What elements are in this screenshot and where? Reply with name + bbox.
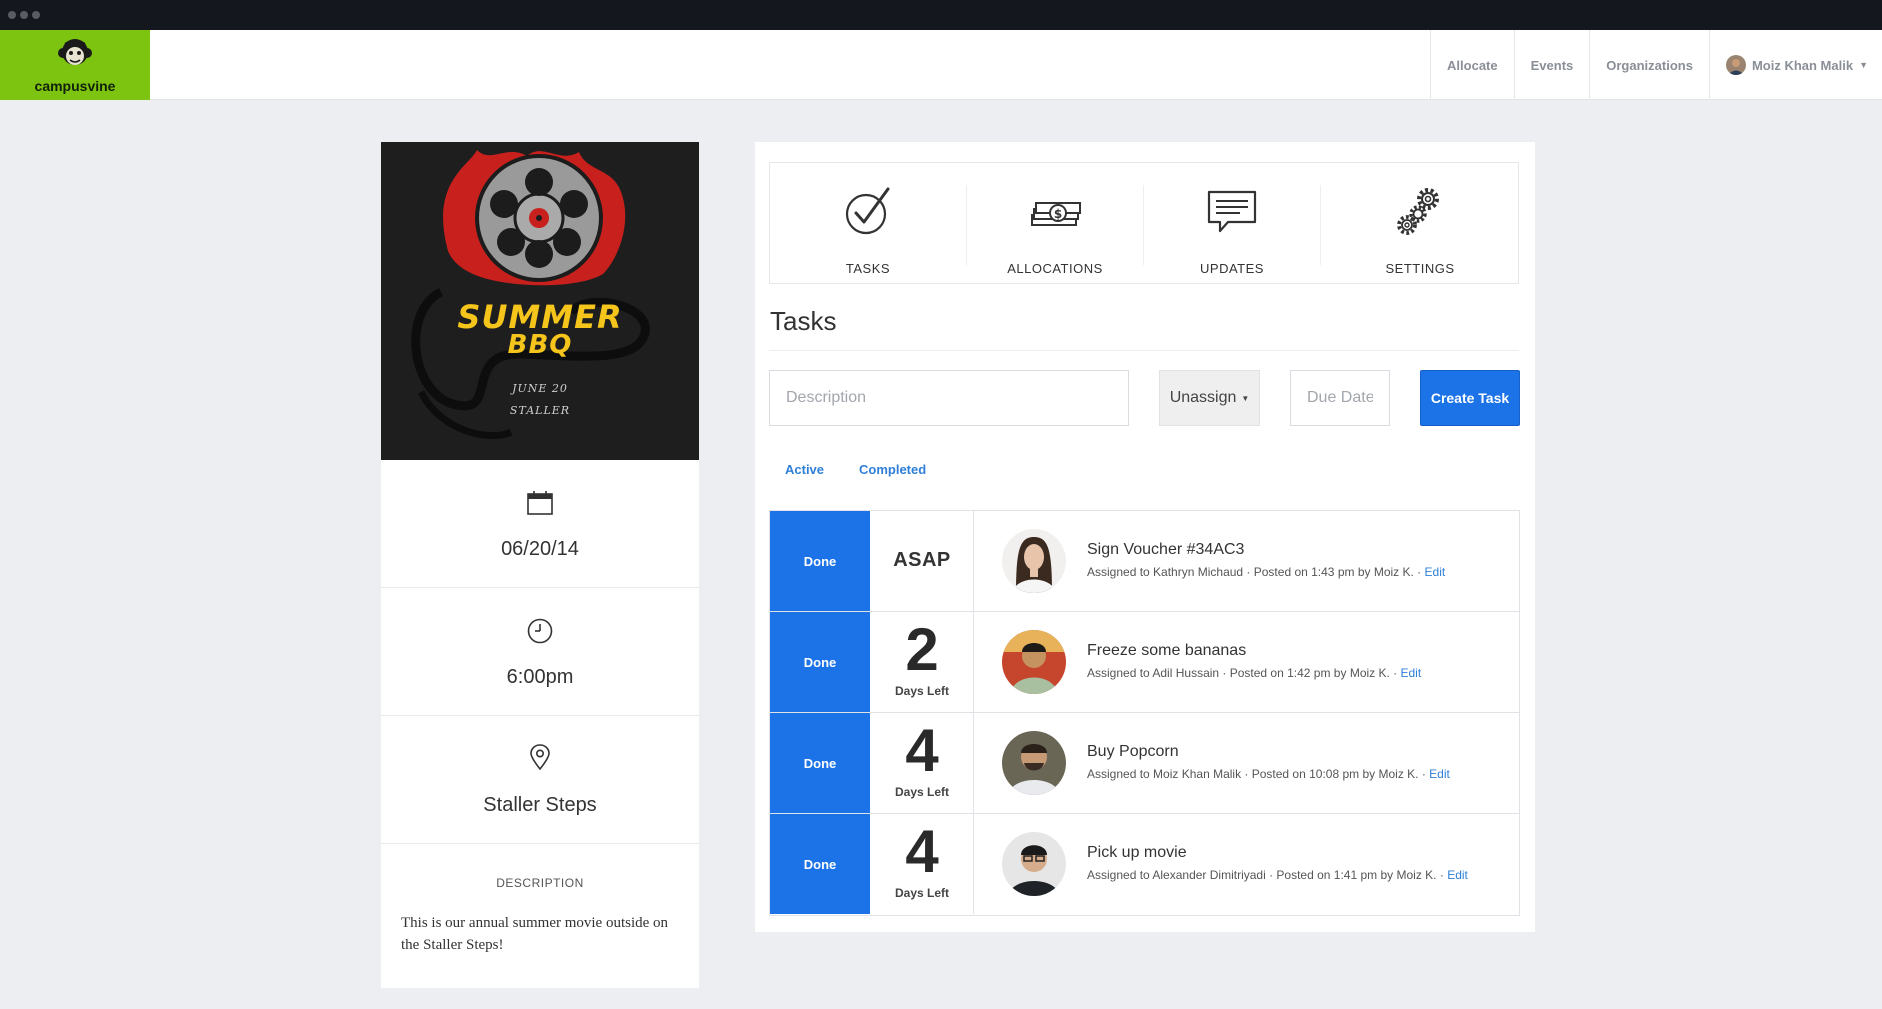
tab-tasks-label: TASKS xyxy=(845,261,891,276)
user-name: Moiz Khan Malik xyxy=(1751,57,1854,73)
brand-name: campusvine xyxy=(34,78,116,94)
svg-text:$: $ xyxy=(1054,207,1062,221)
event-time-block: 6:00pm xyxy=(381,588,699,716)
event-time: 6:00pm xyxy=(506,666,574,688)
days-left-count: 2 xyxy=(905,616,939,683)
done-button[interactable]: Done xyxy=(770,511,870,611)
nav-allocate[interactable]: Allocate xyxy=(1430,30,1514,100)
task-row: Done 4 Days Left Buy Popcorn Assigned to… xyxy=(770,713,1519,814)
description-label: DESCRIPTION xyxy=(496,876,584,890)
tab-allocations[interactable]: $ ALLOCATIONS xyxy=(967,163,1143,283)
event-location: Staller Steps xyxy=(483,794,597,816)
task-meta-text: Assigned to Adil Hussain · Posted on 1:4… xyxy=(1087,666,1398,680)
task-meta: Assigned to Kathryn Michaud · Posted on … xyxy=(1087,565,1445,579)
task-description-input[interactable] xyxy=(769,370,1129,426)
chevron-down-icon: ▼ xyxy=(1859,60,1868,70)
task-row: Done ASAP Sign Voucher #34AC3 Assigned t… xyxy=(770,511,1519,612)
event-tab-bar: TASKS $ ALLOCATIONS UPDATES SETTINGS xyxy=(769,162,1519,284)
event-date: 06/20/14 xyxy=(501,538,579,560)
window-minimize-dot[interactable] xyxy=(20,11,28,19)
assignee-avatar xyxy=(1002,731,1066,795)
assign-dropdown-label: Unassign xyxy=(1169,389,1237,406)
due-indicator: ASAP xyxy=(870,511,974,611)
user-avatar xyxy=(1725,55,1746,75)
days-left-label: Days Left xyxy=(894,785,950,799)
nav-events[interactable]: Events xyxy=(1513,30,1590,100)
gears-icon xyxy=(1397,188,1439,235)
nav-menu: Allocate Events Organizations Moiz Khan … xyxy=(1430,30,1882,100)
filter-completed[interactable]: Completed xyxy=(859,462,926,477)
done-button[interactable]: Done xyxy=(770,713,870,813)
page-title: Tasks xyxy=(770,306,837,336)
event-poster: SUMMER BBQ JUNE 20 STALLER xyxy=(381,142,699,460)
tab-settings[interactable]: SETTINGS xyxy=(1321,163,1519,283)
days-left-label: Days Left xyxy=(894,886,950,900)
days-left-count: 4 xyxy=(905,717,939,784)
monkey-logo-icon xyxy=(58,39,92,65)
tab-allocations-label: ALLOCATIONS xyxy=(1007,261,1103,276)
brand-logo[interactable]: campusvine xyxy=(0,30,150,100)
task-title: Sign Voucher #34AC3 xyxy=(1087,541,1245,558)
event-date-block: 06/20/14 xyxy=(381,460,699,588)
map-pin-icon xyxy=(530,744,550,770)
tab-tasks[interactable]: TASKS xyxy=(770,163,966,283)
window-titlebar xyxy=(0,0,1882,30)
event-card: SUMMER BBQ JUNE 20 STALLER 06/20/14 6:00… xyxy=(381,142,699,988)
task-row: Done 2 Days Left Freeze some bananas Ass… xyxy=(770,612,1519,713)
chevron-down-icon: ▼ xyxy=(1241,393,1250,403)
edit-task-link[interactable]: Edit xyxy=(1447,868,1468,882)
due-indicator: 4 Days Left xyxy=(870,814,974,914)
done-button[interactable]: Done xyxy=(770,612,870,712)
top-navbar: campusvine Allocate Events Organizations… xyxy=(0,30,1882,100)
money-stack-icon: $ xyxy=(1031,202,1081,226)
edit-task-link[interactable]: Edit xyxy=(1425,565,1446,579)
clock-icon xyxy=(527,618,553,644)
days-left-count: 4 xyxy=(905,818,939,885)
event-description: This is our annual summer movie outside … xyxy=(401,915,669,953)
title-divider xyxy=(769,350,1519,351)
window-close-dot[interactable] xyxy=(8,11,16,19)
poster-title-line2: BBQ xyxy=(507,330,573,360)
assignee-avatar xyxy=(1002,529,1066,593)
task-meta-text: Assigned to Alexander Dimitriyadi · Post… xyxy=(1087,868,1444,882)
filter-active[interactable]: Active xyxy=(785,462,824,477)
edit-task-link[interactable]: Edit xyxy=(1429,767,1450,781)
speech-bubble-icon xyxy=(1207,190,1257,233)
task-meta-text: Assigned to Kathryn Michaud · Posted on … xyxy=(1087,565,1422,579)
task-row: Done 4 Days Left Pick up movie Assigned … xyxy=(770,814,1519,915)
tab-updates[interactable]: UPDATES xyxy=(1144,163,1320,283)
assign-dropdown-button[interactable]: Unassign ▼ xyxy=(1159,370,1260,426)
create-task-button[interactable]: Create Task xyxy=(1420,370,1520,426)
poster-date-line: JUNE 20 xyxy=(512,382,568,395)
edit-task-link[interactable]: Edit xyxy=(1401,666,1422,680)
due-indicator: 4 Days Left xyxy=(870,713,974,813)
task-list: Done ASAP Sign Voucher #34AC3 Assigned t… xyxy=(769,510,1520,916)
task-meta: Assigned to Adil Hussain · Posted on 1:4… xyxy=(1087,666,1421,680)
done-button[interactable]: Done xyxy=(770,814,870,914)
tab-updates-label: UPDATES xyxy=(1200,261,1264,276)
days-left-label: Days Left xyxy=(894,684,950,698)
check-icon xyxy=(845,187,890,235)
task-meta: Assigned to Moiz Khan Malik · Posted on … xyxy=(1087,767,1450,781)
poster-place-line: STALLER xyxy=(509,404,571,417)
due-date-input[interactable] xyxy=(1290,370,1390,426)
task-meta: Assigned to Alexander Dimitriyadi · Post… xyxy=(1087,868,1468,882)
user-menu[interactable]: Moiz Khan Malik ▼ xyxy=(1708,30,1882,100)
assignee-avatar xyxy=(1002,630,1066,694)
tasks-panel: TASKS $ ALLOCATIONS UPDATES SETTINGS Tas… xyxy=(755,142,1535,932)
tab-settings-label: SETTINGS xyxy=(1385,261,1455,276)
task-meta-text: Assigned to Moiz Khan Malik · Posted on … xyxy=(1087,767,1426,781)
task-title: Freeze some bananas xyxy=(1087,642,1247,659)
event-location-block: Staller Steps xyxy=(381,716,699,844)
task-title: Pick up movie xyxy=(1087,844,1187,861)
due-asap-label: ASAP xyxy=(893,549,951,571)
due-indicator: 2 Days Left xyxy=(870,612,974,712)
window-zoom-dot[interactable] xyxy=(32,11,40,19)
task-title: Buy Popcorn xyxy=(1087,743,1179,760)
assignee-avatar xyxy=(1002,832,1066,896)
calendar-icon xyxy=(527,491,553,515)
nav-organizations[interactable]: Organizations xyxy=(1589,30,1709,100)
